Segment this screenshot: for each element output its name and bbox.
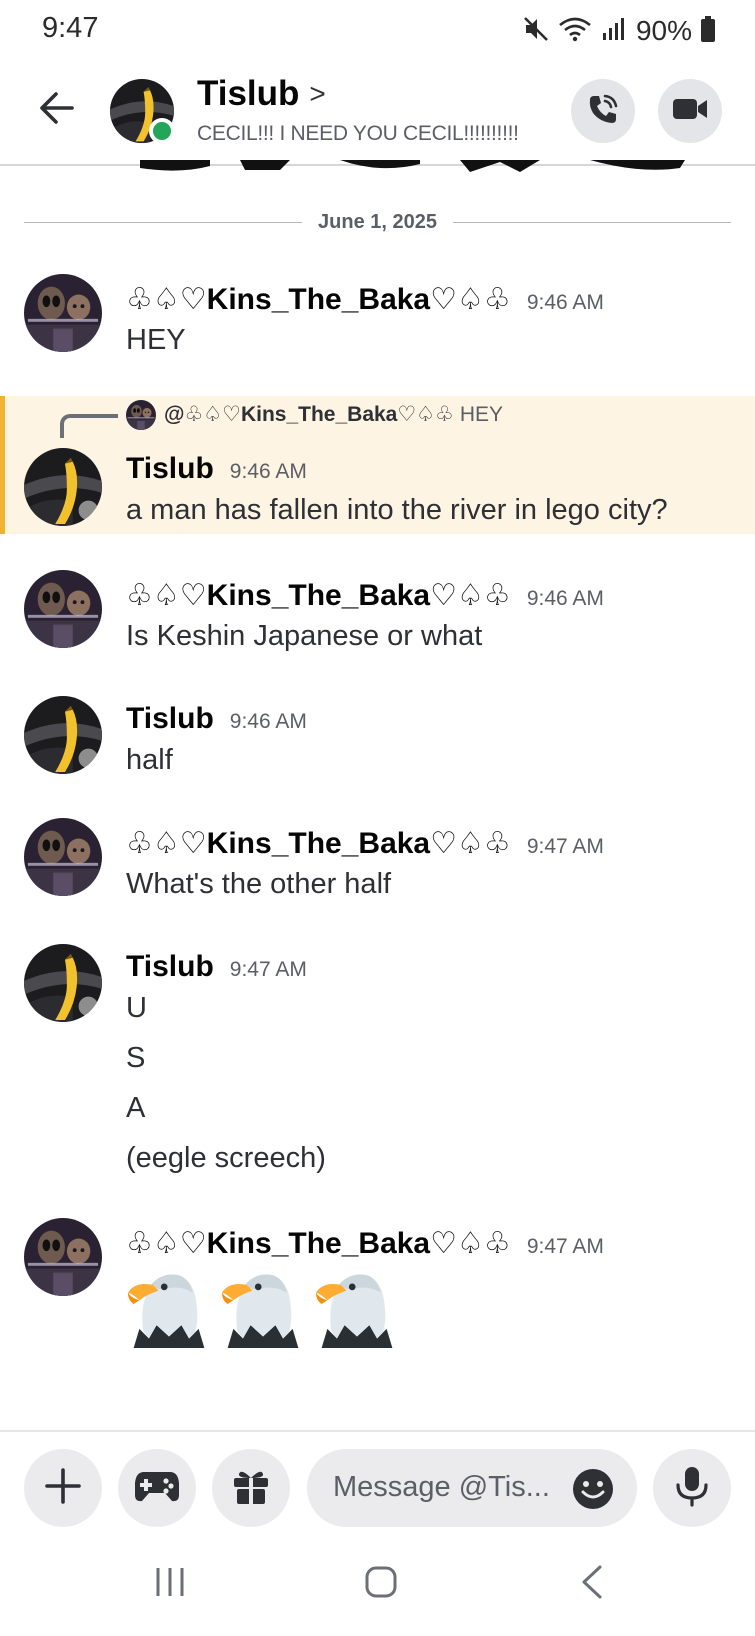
message-header: ♧♤♡Kins_The_Baka♡♤♧ 9:47 AM: [126, 1226, 604, 1261]
message-author[interactable]: Tislub: [126, 950, 214, 984]
battery-percent: 90%: [635, 15, 692, 46]
message-header: Tislub 9:46 AM: [126, 452, 307, 486]
message-header: Tislub 9:46 AM: [126, 702, 307, 736]
date-label: June 1, 2025: [318, 210, 437, 233]
message-header: ♧♤♡Kins_The_Baka♡♤♧ 9:47 AM: [126, 826, 604, 861]
message-input-placeholder: Message @Tis...: [333, 1471, 550, 1503]
message-timestamp: 9:47 AM: [526, 835, 604, 858]
message-text: What's the other half: [126, 868, 392, 900]
recent-apps-icon: [153, 1566, 187, 1603]
reply-avatar: [126, 400, 156, 430]
chevron-right-icon: >: [309, 78, 326, 109]
online-status-dot: [149, 118, 175, 144]
home-button[interactable]: [361, 1564, 401, 1604]
avatar[interactable]: [24, 696, 102, 774]
status-icons: 90%: [523, 14, 715, 48]
message-timestamp: 9:46 AM: [229, 710, 307, 733]
message-text: (eegle screech): [126, 1142, 326, 1174]
message-author[interactable]: Tislub: [126, 702, 214, 736]
gift-icon: [231, 1466, 271, 1511]
message-header: ♧♤♡Kins_The_Baka♡♤♧ 9:46 AM: [126, 282, 604, 317]
emoji-message[interactable]: [126, 1262, 400, 1353]
message-header: Tislub 9:47 AM: [126, 950, 307, 984]
gift-button[interactable]: [212, 1449, 290, 1527]
avatar[interactable]: [24, 448, 102, 526]
wifi-icon: [558, 15, 592, 48]
status-time: 9:47: [42, 12, 99, 44]
message-text: HEY: [126, 324, 186, 356]
message-timestamp: 9:47 AM: [526, 1235, 604, 1258]
video-camera-icon: [672, 96, 708, 127]
header-name-row[interactable]: Tislub >: [197, 74, 326, 114]
avatar[interactable]: [24, 818, 102, 896]
message-author[interactable]: ♧♤♡Kins_The_Baka♡♤♧: [126, 826, 511, 861]
message-timestamp: 9:47 AM: [229, 958, 307, 981]
message-text: a man has fallen into the river in lego …: [126, 494, 668, 526]
message-timestamp: 9:46 AM: [526, 587, 604, 610]
avatar[interactable]: [24, 570, 102, 648]
message-text: A: [126, 1092, 146, 1124]
message-text: S: [126, 1042, 146, 1074]
message-header: ♧♤♡Kins_The_Baka♡♤♧ 9:46 AM: [126, 578, 604, 613]
message-timestamp: 9:46 AM: [526, 291, 604, 314]
gamepad-icon: [134, 1469, 180, 1508]
chat-header: Tislub > CECIL!!! I NEED YOU CECIL!!!!!!…: [0, 62, 755, 166]
message-author[interactable]: Tislub: [126, 452, 214, 486]
divider-line: [24, 221, 303, 223]
eagle-icon: [220, 1262, 306, 1353]
voice-message-button[interactable]: [653, 1449, 731, 1527]
avatar[interactable]: [24, 1218, 102, 1296]
microphone-icon: [674, 1465, 710, 1512]
plus-icon: [43, 1466, 83, 1511]
battery-icon: [701, 15, 715, 47]
add-attachment-button[interactable]: [24, 1449, 102, 1527]
clipped-previous-image: [120, 160, 720, 174]
message-timestamp: 9:46 AM: [229, 460, 307, 483]
avatar[interactable]: [24, 274, 102, 352]
recent-apps-button[interactable]: [150, 1564, 190, 1604]
phone-icon: [586, 92, 620, 131]
home-icon: [364, 1565, 398, 1604]
message-composer: Message @Tis...: [0, 1430, 755, 1530]
eagle-icon: [314, 1262, 400, 1353]
date-divider: June 1, 2025: [24, 207, 731, 237]
message-text: Is Keshin Japanese or what: [126, 620, 483, 652]
back-button[interactable]: [32, 86, 80, 134]
avatar[interactable]: [24, 944, 102, 1022]
system-back-button[interactable]: [572, 1564, 612, 1604]
signal-icon: [601, 15, 627, 48]
mute-icon: [523, 15, 549, 48]
reply-preview[interactable]: @♧♤♡Kins_The_Baka♡♤♧ HEY: [164, 402, 503, 427]
eagle-icon: [126, 1262, 212, 1353]
message-author[interactable]: ♧♤♡Kins_The_Baka♡♤♧: [126, 282, 511, 317]
reply-text: HEY: [459, 403, 504, 426]
message-input[interactable]: Message @Tis...: [307, 1449, 637, 1527]
arrow-left-icon: [36, 88, 76, 133]
message-text: half: [126, 744, 173, 776]
video-call-button[interactable]: [658, 79, 722, 143]
message-text: U: [126, 992, 147, 1024]
voice-call-button[interactable]: [571, 79, 635, 143]
header-username: Tislub: [197, 74, 300, 113]
divider-line: [452, 221, 731, 223]
system-nav-bar: [0, 1530, 755, 1636]
message-author[interactable]: ♧♤♡Kins_The_Baka♡♤♧: [126, 1226, 511, 1261]
reply-connector: [60, 414, 118, 438]
status-bar: 9:47 90%: [0, 0, 755, 62]
emoji-icon[interactable]: [572, 1468, 614, 1510]
back-icon: [578, 1564, 606, 1605]
header-custom-status: CECIL!!! I NEED YOU CECIL!!!!!!!!!!: [197, 122, 519, 145]
activities-button[interactable]: [118, 1449, 196, 1527]
reply-author: @♧♤♡Kins_The_Baka♡♤♧: [164, 403, 454, 426]
message-author[interactable]: ♧♤♡Kins_The_Baka♡♤♧: [126, 578, 511, 613]
